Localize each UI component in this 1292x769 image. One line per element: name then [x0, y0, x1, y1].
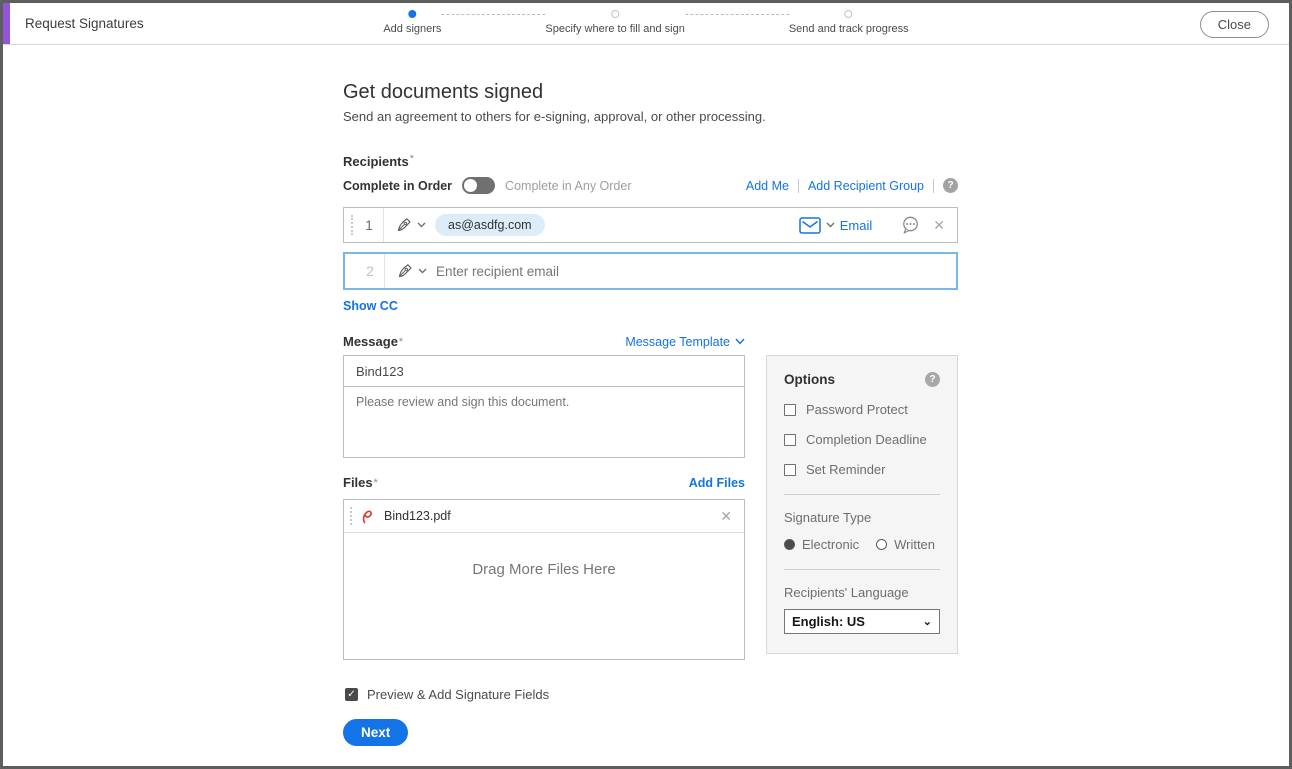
step-connector — [685, 14, 789, 15]
language-value: English: US — [792, 614, 865, 629]
signature-type-label: Signature Type — [784, 510, 940, 525]
header-bar: Request Signatures Add signers Specify w… — [3, 3, 1289, 45]
step-dot — [611, 10, 619, 18]
complete-any-order-label: Complete in Any Order — [505, 179, 631, 193]
signer-role-dropdown[interactable] — [396, 262, 427, 280]
file-item: Bind123.pdf ✕ — [344, 500, 744, 533]
main-subtitle: Send an agreement to others for e-signin… — [343, 109, 766, 124]
set-reminder-checkbox[interactable]: Set Reminder — [784, 462, 940, 477]
message-body-textarea[interactable]: Please review and sign this document. — [343, 386, 745, 458]
recipient-row-2: 2 — [343, 252, 958, 290]
required-asterisk: * — [374, 477, 378, 489]
purple-accent-bar — [3, 3, 10, 44]
files-drop-area[interactable]: Bind123.pdf ✕ Drag More Files Here — [343, 499, 745, 660]
required-asterisk: * — [399, 336, 403, 348]
signer-role-dropdown[interactable] — [395, 216, 426, 234]
step-label: Send and track progress — [789, 23, 909, 35]
options-title: Options — [784, 372, 835, 387]
recipients-section-label: Recipients* — [343, 153, 414, 171]
add-recipient-group-link[interactable]: Add Recipient Group — [808, 179, 924, 193]
step-connector — [441, 14, 545, 15]
email-envelope-icon — [799, 217, 821, 234]
order-toggle[interactable] — [462, 177, 495, 194]
drop-files-hint: Drag More Files Here — [344, 561, 744, 578]
pdf-file-icon — [360, 508, 376, 524]
password-protect-checkbox[interactable]: Password Protect — [784, 402, 940, 417]
divider — [784, 569, 940, 570]
completion-deadline-checkbox[interactable]: Completion Deadline — [784, 432, 940, 447]
checkbox-unchecked — [784, 434, 796, 446]
message-bubble-icon — [900, 216, 921, 235]
step-dot — [845, 10, 853, 18]
divider — [933, 179, 934, 193]
language-select[interactable]: English: US ⌄ — [784, 609, 940, 634]
chevron-down-icon — [735, 338, 745, 345]
pen-icon — [396, 262, 414, 280]
recipient-email-input[interactable] — [436, 264, 956, 279]
required-asterisk: * — [410, 153, 414, 165]
recipients-language-label: Recipients' Language — [784, 585, 940, 600]
chevron-down-icon: ⌄ — [923, 615, 932, 628]
file-name: Bind123.pdf — [384, 509, 451, 523]
add-files-link[interactable]: Add Files — [689, 476, 745, 490]
chevron-down-icon — [417, 222, 426, 228]
show-cc-link[interactable]: Show CC — [343, 299, 398, 313]
pen-icon — [395, 216, 413, 234]
chevron-down-icon — [826, 222, 835, 228]
next-button[interactable]: Next — [343, 719, 408, 746]
checkbox-unchecked — [784, 464, 796, 476]
preview-fields-checkbox[interactable]: ✓ Preview & Add Signature Fields — [345, 687, 549, 702]
radio-electronic[interactable] — [784, 539, 795, 550]
remove-file-icon[interactable]: ✕ — [720, 508, 732, 525]
help-icon[interactable]: ? — [943, 178, 958, 193]
recipient-email-chip[interactable]: as@asdfg.com — [435, 214, 545, 236]
request-signatures-dialog: Request Signatures Add signers Specify w… — [0, 0, 1292, 769]
files-section-head: Files* Add Files — [343, 475, 745, 490]
add-me-link[interactable]: Add Me — [746, 179, 789, 193]
divider — [798, 179, 799, 193]
divider — [383, 208, 384, 242]
drag-handle-icon[interactable] — [350, 507, 354, 525]
toggle-knob — [464, 179, 477, 192]
signing-order-row: Complete in Order Complete in Any Order … — [343, 177, 958, 194]
options-panel: Options ? Password Protect Completion De… — [766, 355, 958, 654]
step-dot-active — [408, 10, 416, 18]
help-icon[interactable]: ? — [925, 372, 940, 387]
message-template-dropdown[interactable]: Message Template — [625, 335, 745, 349]
divider — [784, 494, 940, 495]
step-label: Add signers — [383, 23, 441, 35]
recipient-index: 1 — [355, 217, 383, 233]
progress-stepper: Add signers Specify where to fill and si… — [383, 10, 908, 35]
complete-in-order-label: Complete in Order — [343, 179, 452, 193]
private-message-button[interactable] — [900, 216, 921, 235]
recipient-row-1: 1 as@asdfg.com Email ✕ — [343, 207, 958, 243]
chevron-down-icon — [418, 268, 427, 274]
main-heading: Get documents signed — [343, 81, 543, 104]
page-title: Request Signatures — [25, 3, 144, 45]
remove-recipient-icon[interactable]: ✕ — [933, 217, 945, 234]
divider — [384, 254, 385, 288]
step-send-track: Send and track progress — [789, 10, 909, 35]
checkbox-unchecked — [784, 404, 796, 416]
step-add-signers: Add signers — [383, 10, 441, 35]
delivery-method-dropdown[interactable]: Email — [799, 217, 873, 234]
close-button[interactable]: Close — [1200, 11, 1269, 38]
step-specify-fields: Specify where to fill and sign — [545, 10, 684, 35]
checkbox-checked: ✓ — [345, 688, 358, 701]
recipient-index: 2 — [356, 263, 384, 279]
step-label: Specify where to fill and sign — [545, 23, 684, 35]
message-subject-input[interactable] — [343, 355, 745, 387]
delivery-method-label: Email — [840, 218, 873, 233]
radio-written[interactable] — [876, 539, 887, 550]
message-section-head: Message* Message Template — [343, 334, 745, 349]
